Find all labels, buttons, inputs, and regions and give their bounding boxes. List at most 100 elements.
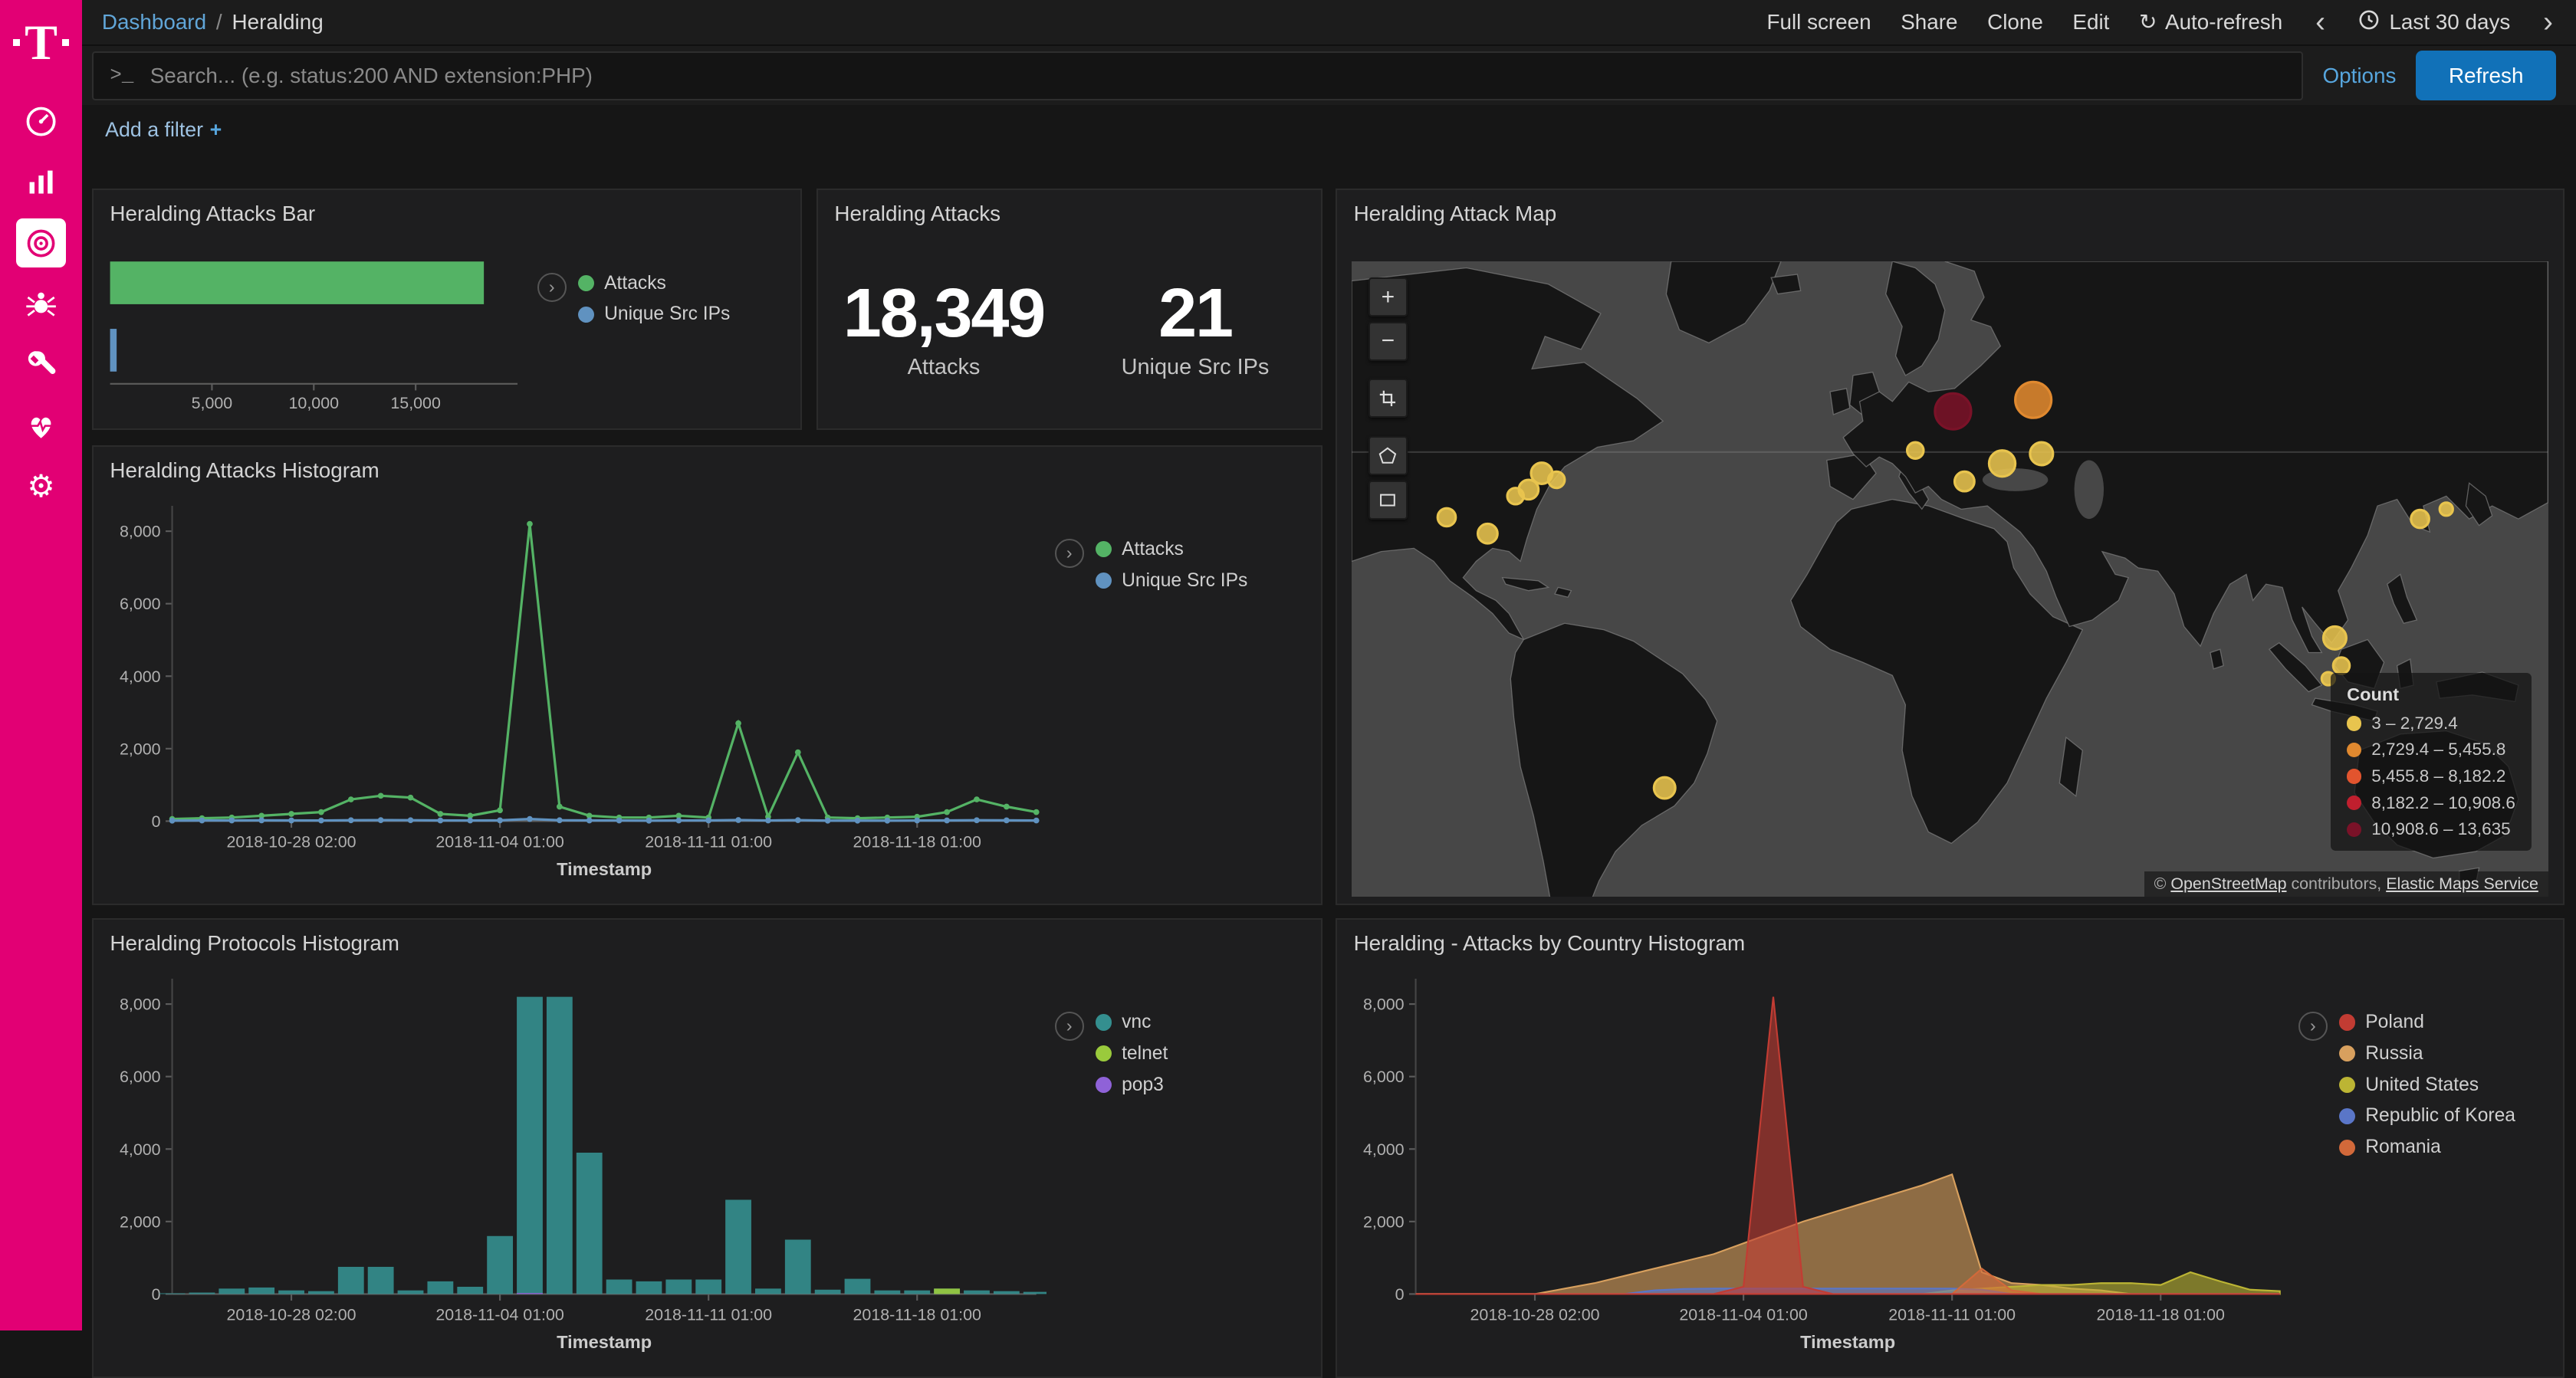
svg-text:15,000: 15,000 <box>390 394 441 412</box>
share-button[interactable]: Share <box>1901 10 1957 34</box>
fit-bounds-crop-icon[interactable] <box>1368 379 1408 418</box>
auto-refresh-button[interactable]: Auto-refresh <box>2139 9 2282 34</box>
attacks-bar-chart[interactable]: 5,00010,00015,000 <box>104 236 534 427</box>
zoom-out-button[interactable]: − <box>1368 322 1408 361</box>
legend-label: Unique Src IPs <box>1122 570 1247 592</box>
breadcrumb-current: Heralding <box>232 10 324 34</box>
svg-text:8,000: 8,000 <box>1363 996 1405 1014</box>
panel-title: Heralding Attack Map <box>1337 190 2563 233</box>
svg-text:0: 0 <box>1395 1285 1405 1304</box>
chart-legend: Poland Russia United States Republic of Kor… <box>2298 1012 2515 1158</box>
chart-legend: Attacks Unique Src IPs <box>537 273 731 326</box>
legend-item[interactable]: Unique Src IPs <box>578 303 731 325</box>
main-area: Dashboard / Heralding Full screen Share … <box>82 0 2576 1330</box>
legend-item[interactable]: vnc <box>1096 1012 1168 1033</box>
svg-text:2,000: 2,000 <box>120 1212 161 1231</box>
map-count-legend: Count 3 – 2,729.4 2,729.4 – 5,455.8 5,455.… <box>2331 673 2532 851</box>
sidebar-item-attack-dashboard[interactable] <box>16 218 65 267</box>
legend-color-dot <box>2347 822 2361 837</box>
full-screen-button[interactable]: Full screen <box>1766 10 1871 34</box>
legend-color-dot <box>1096 1077 1112 1093</box>
map-legend-list: 3 – 2,729.4 2,729.4 – 5,455.8 5,455.8 – 8,… <box>2347 714 2515 839</box>
country-area-chart[interactable]: 0 2,000 4,000 6,000 8,000 2018-10-28 02:00 201… <box>1340 956 2290 1370</box>
draw-polygon-icon[interactable] <box>1368 436 1408 475</box>
metric-label: Attacks <box>818 355 1070 380</box>
refresh-button[interactable]: Refresh <box>2416 51 2556 100</box>
sidebar: T <box>0 0 82 1330</box>
svg-text:2,000: 2,000 <box>120 740 161 758</box>
svg-text:2018-11-11 01:00: 2018-11-11 01:00 <box>1889 1306 2016 1324</box>
metric-value: 18,349 <box>818 276 1070 352</box>
legend-item[interactable]: Poland <box>2339 1012 2515 1033</box>
legend-item[interactable]: Romania <box>2339 1137 2515 1158</box>
legend-item[interactable]: 5,455.8 – 8,182.2 <box>2347 766 2515 786</box>
legend-color-dot <box>2347 716 2361 730</box>
legend-toggle-button[interactable] <box>1055 1012 1084 1041</box>
legend-color-dot <box>2339 1045 2355 1061</box>
panel-attack-map: Heralding Attack Map <box>1336 189 2564 904</box>
legend-item[interactable]: 8,182.2 – 10,908.6 <box>2347 793 2515 813</box>
legend-item[interactable]: pop3 <box>1096 1075 1168 1096</box>
attacks-line-chart[interactable]: 02,0004,0006,0008,0002018-10-28 02:00201… <box>97 483 1046 897</box>
legend-item[interactable]: Republic of Korea <box>2339 1105 2515 1127</box>
query-options-link[interactable]: Options <box>2322 64 2396 88</box>
legend-item[interactable]: Attacks <box>1096 539 1248 560</box>
legend-label: 2,729.4 – 5,455.8 <box>2371 740 2505 760</box>
openstreetmap-link[interactable]: OpenStreetMap <box>2170 874 2286 893</box>
sidebar-item-tools[interactable] <box>16 340 65 389</box>
legend-label: pop3 <box>1122 1075 1164 1096</box>
svg-text:2,000: 2,000 <box>1363 1212 1405 1231</box>
legend-item[interactable]: United States <box>2339 1075 2515 1096</box>
sidebar-item-settings[interactable]: ⚙ <box>16 461 65 510</box>
svg-text:4,000: 4,000 <box>1363 1140 1405 1159</box>
legend-item[interactable]: Unique Src IPs <box>1096 570 1248 592</box>
panel-attacks-metric: Heralding Attacks 18,349 Attacks 21 Uniq… <box>816 189 1322 430</box>
svg-text:2018-11-18 01:00: 2018-11-18 01:00 <box>2097 1306 2226 1324</box>
legend-toggle-button[interactable] <box>537 273 567 302</box>
map-legend-title: Count <box>2347 684 2515 705</box>
svg-text:8,000: 8,000 <box>120 522 161 540</box>
legend-item[interactable]: 10,908.6 – 13,635 <box>2347 819 2515 839</box>
gauge-icon <box>23 103 59 139</box>
svg-text:6,000: 6,000 <box>1363 1068 1405 1086</box>
legend-color-dot <box>2339 1108 2355 1124</box>
svg-text:2018-10-28 02:00: 2018-10-28 02:00 <box>1470 1306 1600 1324</box>
protocols-bar-chart[interactable]: 02,0004,0006,0008,0002018-10-28 02:00201… <box>97 956 1046 1370</box>
breadcrumb-dashboard-link[interactable]: Dashboard <box>102 10 206 34</box>
legend-label: telnet <box>1122 1043 1168 1065</box>
edit-button[interactable]: Edit <box>2072 10 2109 34</box>
legend-list: Attacks Unique Src IPs <box>578 273 731 326</box>
clone-button[interactable]: Clone <box>1987 10 2043 34</box>
zoom-in-button[interactable]: + <box>1368 277 1408 317</box>
search-input[interactable] <box>146 61 2285 89</box>
time-range-picker[interactable]: Last 30 days <box>2358 9 2511 36</box>
legend-label: Republic of Korea <box>2365 1105 2515 1127</box>
legend-item[interactable]: 3 – 2,729.4 <box>2347 714 2515 733</box>
logo-dot <box>13 39 20 46</box>
legend-toggle-button[interactable] <box>2298 1012 2328 1041</box>
telekom-logo[interactable]: T <box>0 0 82 85</box>
metric-unique-src-ips: 21 Unique Src IPs <box>1070 276 1321 380</box>
sidebar-item-spiderfoot[interactable] <box>16 279 65 328</box>
legend-item[interactable]: Attacks <box>578 273 731 294</box>
legend-item[interactable]: telnet <box>1096 1043 1168 1065</box>
svg-text:8,000: 8,000 <box>120 996 161 1014</box>
sidebar-item-dashboard[interactable] <box>16 97 65 146</box>
svg-text:6,000: 6,000 <box>120 595 161 613</box>
legend-color-dot <box>2347 743 2361 757</box>
sidebar-item-health[interactable] <box>16 401 65 450</box>
legend-item[interactable]: Russia <box>2339 1043 2515 1065</box>
legend-color-dot <box>2339 1014 2355 1030</box>
target-icon <box>23 225 59 261</box>
add-filter-link[interactable]: Add a filter+ <box>105 118 222 142</box>
elastic-maps-service-link[interactable]: Elastic Maps Service <box>2386 874 2538 893</box>
topbar-actions: Full screen Share Clone Edit Auto-refres… <box>1766 8 2556 38</box>
time-forward-chevron-icon[interactable]: › <box>2540 8 2556 38</box>
sidebar-item-analytics[interactable] <box>16 158 65 207</box>
world-map[interactable]: + − Count 3 – 2,72 <box>1352 261 2548 897</box>
draw-rectangle-icon[interactable] <box>1368 481 1408 520</box>
time-back-chevron-icon[interactable]: ‹ <box>2312 8 2328 38</box>
svg-text:2018-11-11 01:00: 2018-11-11 01:00 <box>646 1306 773 1324</box>
legend-toggle-button[interactable] <box>1055 539 1084 568</box>
legend-item[interactable]: 2,729.4 – 5,455.8 <box>2347 740 2515 760</box>
